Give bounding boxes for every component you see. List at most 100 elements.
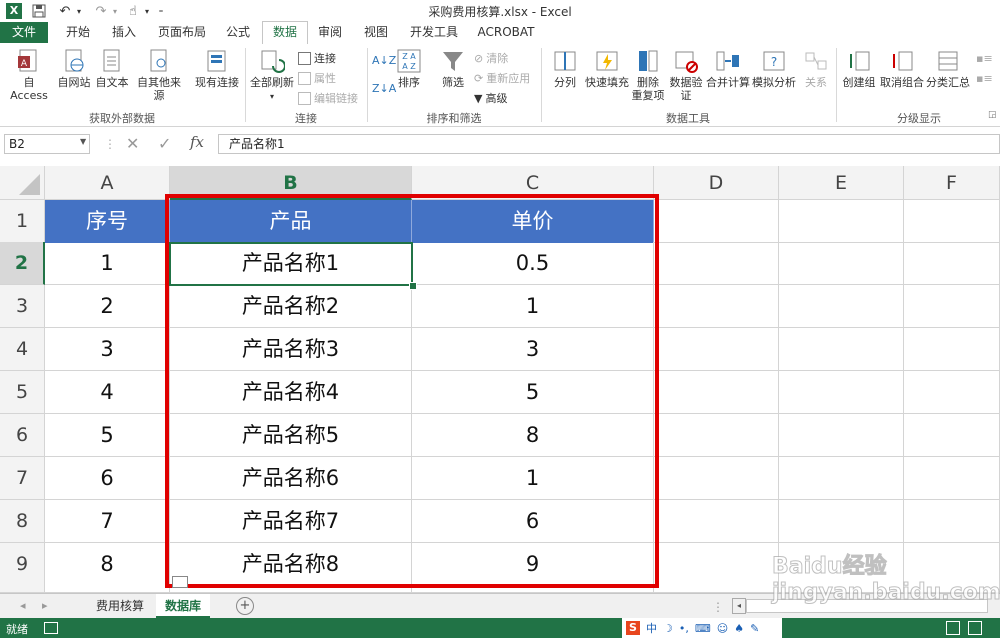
row-header-6[interactable]: 6 xyxy=(0,414,45,457)
cell-f9[interactable] xyxy=(904,543,1000,593)
insert-function-icon[interactable]: fx xyxy=(190,133,204,151)
cell-d2[interactable] xyxy=(654,242,779,285)
hide-detail-icon[interactable]: ▪≡ xyxy=(976,72,993,85)
table-header-cell[interactable]: 序号 xyxy=(45,200,170,243)
cell-e7[interactable] xyxy=(779,457,904,500)
cell-d4[interactable] xyxy=(654,328,779,371)
column-header-d[interactable]: D xyxy=(654,166,779,200)
cell-c2[interactable]: 0.5 xyxy=(412,242,654,285)
tab-review[interactable]: 审阅 xyxy=(312,22,348,43)
enter-icon[interactable]: ✓ xyxy=(158,134,171,153)
table-header-cell[interactable]: 单价 xyxy=(412,200,654,243)
cell-f7[interactable] xyxy=(904,457,1000,500)
sort-button[interactable]: Z AA Z 排序 xyxy=(394,48,424,89)
tab-acrobat[interactable]: ACROBAT xyxy=(474,22,538,43)
subtotal-button[interactable]: 分类汇总 xyxy=(926,48,970,89)
ime-toolbar[interactable]: S 中 ☽ •, ⌨ ☺ ♠ ✎ xyxy=(622,618,782,638)
sheet-tab-cost-calc[interactable]: 费用核算 xyxy=(88,594,152,618)
row-header-4[interactable]: 4 xyxy=(0,328,45,371)
new-sheet-icon[interactable]: + xyxy=(236,597,254,615)
sort-desc-icon[interactable]: Z↓A xyxy=(372,82,396,95)
row-header-5[interactable]: 5 xyxy=(0,371,45,414)
tab-home[interactable]: 开始 xyxy=(58,22,98,43)
column-header-e[interactable]: E xyxy=(779,166,904,200)
quick-analysis-icon[interactable] xyxy=(172,576,188,588)
ungroup-button[interactable]: 取消组合 xyxy=(880,48,924,89)
cell-f1[interactable] xyxy=(904,200,1000,243)
tab-developer[interactable]: 开发工具 xyxy=(404,22,464,43)
macro-record-icon[interactable] xyxy=(44,622,58,634)
clear-filter-button[interactable]: ⊘ 清除 xyxy=(474,50,508,66)
properties-button[interactable]: 属性 xyxy=(298,70,336,86)
select-all-corner[interactable] xyxy=(0,166,45,200)
tab-page-layout[interactable]: 页面布局 xyxy=(152,22,212,43)
column-header-b[interactable]: B xyxy=(170,166,412,200)
cell-e6[interactable] xyxy=(779,414,904,457)
group-button[interactable]: 创建组 xyxy=(840,48,878,89)
page-layout-view-icon[interactable] xyxy=(968,621,982,635)
filter-button[interactable]: 筛选 xyxy=(436,48,470,89)
tab-formulas[interactable]: 公式 xyxy=(220,22,256,43)
row-header-2[interactable]: 2 xyxy=(0,242,45,285)
cell-d1[interactable] xyxy=(654,200,779,243)
tab-file[interactable]: 文件 xyxy=(0,22,48,43)
cell-f6[interactable] xyxy=(904,414,1000,457)
flash-fill-button[interactable]: 快速填充 xyxy=(584,48,630,89)
sheet-scroll-right-icon[interactable]: ▸ xyxy=(42,599,48,612)
table-header-cell[interactable]: 产品 xyxy=(170,200,412,243)
existing-connections-button[interactable]: 现有连接 xyxy=(192,48,242,89)
column-header-a[interactable]: A xyxy=(45,166,170,200)
sheet-scroll-left-icon[interactable]: ◂ xyxy=(20,599,26,612)
cell-a4[interactable]: 3 xyxy=(45,328,170,371)
cell-a8[interactable]: 7 xyxy=(45,500,170,543)
cell-c3[interactable]: 1 xyxy=(412,285,654,328)
cell-a7[interactable]: 6 xyxy=(45,457,170,500)
cell-b5[interactable]: 产品名称4 xyxy=(170,371,412,414)
data-validation-button[interactable]: 数据验 证 xyxy=(668,48,704,102)
tab-data[interactable]: 数据 xyxy=(262,21,308,45)
row-header-1[interactable]: 1 xyxy=(0,200,45,243)
outline-dialog-launcher-icon[interactable]: ◲ xyxy=(988,110,997,120)
cell-e3[interactable] xyxy=(779,285,904,328)
cell-b6[interactable]: 产品名称5 xyxy=(170,414,412,457)
cell-f5[interactable] xyxy=(904,371,1000,414)
sort-asc-icon[interactable]: A↓Z xyxy=(372,54,396,67)
name-box-dropdown-icon[interactable]: ▼ xyxy=(80,137,86,146)
cell-b7[interactable]: 产品名称6 xyxy=(170,457,412,500)
cell-a6[interactable]: 5 xyxy=(45,414,170,457)
cell-c5[interactable]: 5 xyxy=(412,371,654,414)
cell-e2[interactable] xyxy=(779,242,904,285)
from-other-sources-button[interactable]: 自其他来源 xyxy=(132,48,186,102)
cell-b2[interactable]: 产品名称1 xyxy=(170,242,412,285)
cell-c8[interactable]: 6 xyxy=(412,500,654,543)
show-detail-icon[interactable]: ▪≡ xyxy=(976,52,993,65)
cell-c7[interactable]: 1 xyxy=(412,457,654,500)
cell-b4[interactable]: 产品名称3 xyxy=(170,328,412,371)
row-header-9[interactable]: 9 xyxy=(0,543,45,593)
cell-d7[interactable] xyxy=(654,457,779,500)
column-header-f[interactable]: F xyxy=(904,166,1000,200)
formula-bar-splitter-icon[interactable]: ⋮ xyxy=(104,137,116,151)
formula-input[interactable]: 产品名称1 xyxy=(218,134,1000,154)
fill-handle[interactable] xyxy=(409,282,417,290)
cell-b9[interactable]: 产品名称8 xyxy=(170,543,412,593)
tab-insert[interactable]: 插入 xyxy=(104,22,144,43)
connections-button[interactable]: 连接 xyxy=(298,50,336,66)
cell-d9[interactable] xyxy=(654,543,779,593)
relationships-button[interactable]: 关系 xyxy=(800,48,832,89)
row-header-3[interactable]: 3 xyxy=(0,285,45,328)
cell-e8[interactable] xyxy=(779,500,904,543)
cell-a3[interactable]: 2 xyxy=(45,285,170,328)
text-to-columns-button[interactable]: 分列 xyxy=(546,48,584,89)
from-web-button[interactable]: 自网站 xyxy=(56,48,92,89)
cell-d6[interactable] xyxy=(654,414,779,457)
cell-d5[interactable] xyxy=(654,371,779,414)
name-box[interactable]: B2 xyxy=(4,134,90,154)
cell-a9[interactable]: 8 xyxy=(45,543,170,593)
cell-c4[interactable]: 3 xyxy=(412,328,654,371)
cell-b3[interactable]: 产品名称2 xyxy=(170,285,412,328)
cell-e1[interactable] xyxy=(779,200,904,243)
cell-e5[interactable] xyxy=(779,371,904,414)
cell-f8[interactable] xyxy=(904,500,1000,543)
cell-f2[interactable] xyxy=(904,242,1000,285)
